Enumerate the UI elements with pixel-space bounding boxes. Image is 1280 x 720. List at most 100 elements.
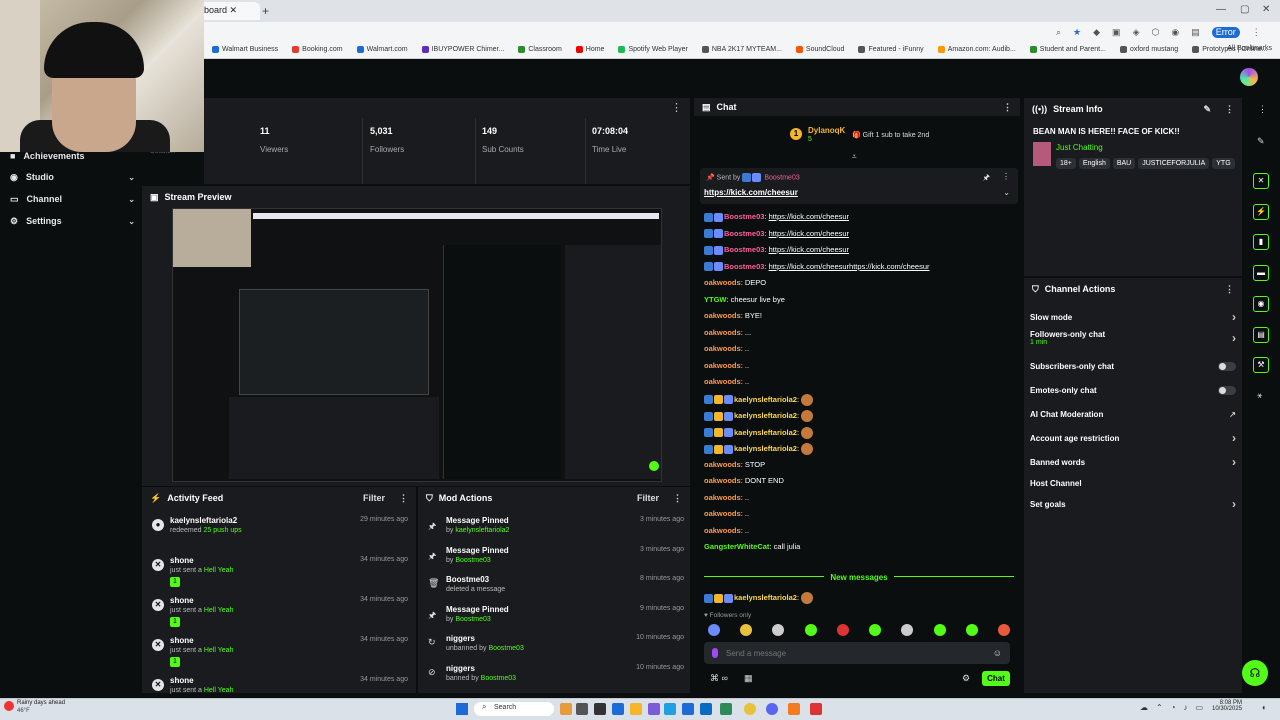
bookmark-item[interactable]: SoundCloud xyxy=(795,46,844,53)
wifi-icon[interactable]: ◔ xyxy=(1171,703,1176,712)
filter-button[interactable]: Filter xyxy=(637,493,659,503)
notification-icon[interactable]: ◐ xyxy=(1262,703,1267,712)
bookmark-item[interactable]: IBUYPOWER Chimer... xyxy=(421,46,504,53)
more-icon[interactable]: ⋮ xyxy=(1002,172,1010,181)
bookmark-star-icon[interactable]: ★ xyxy=(1073,27,1081,38)
rail-button[interactable]: ⚒ xyxy=(1253,357,1269,373)
sidebar-item-studio[interactable]: ◉ Studio ⌄ xyxy=(10,168,135,186)
emote-icon[interactable] xyxy=(772,624,785,636)
emote-icon[interactable] xyxy=(740,624,753,636)
chat-message[interactable]: oakwoods: DONT END xyxy=(704,476,784,485)
chat-link[interactable]: https://kick.com/cheesurhttps://kick.com… xyxy=(769,262,930,271)
bookmark-item[interactable]: Walmart.com xyxy=(356,46,408,53)
chat-username[interactable]: oakwoods xyxy=(704,460,741,469)
moderator-name[interactable]: Boostme03 xyxy=(488,645,523,652)
clock[interactable]: 8:08 PM 10/30/2025 xyxy=(1212,700,1242,712)
chat-send-button[interactable]: Chat xyxy=(982,671,1010,686)
chat-username[interactable]: kaelynsleftariola2 xyxy=(734,411,797,420)
pin-icon[interactable]: 🖈 xyxy=(983,172,990,186)
taskbar-app-icon[interactable] xyxy=(630,703,642,715)
share-icon[interactable]: ⚹ xyxy=(1257,390,1262,401)
list-item[interactable]: 🖈 Message Pinned by Boostme03 9 minutes ago xyxy=(426,605,684,633)
list-item[interactable]: ↻ niggers unbanned by Boostme03 10 minutes … xyxy=(426,634,684,662)
emote-icon[interactable] xyxy=(965,624,978,636)
bookmark-item[interactable]: Featured - iFunny xyxy=(858,46,924,53)
chat-username[interactable]: Boostme03 xyxy=(724,212,764,221)
channel-action-ai-chat-moderation[interactable]: AI Chat Moderation ↗ xyxy=(1030,407,1236,421)
extension-icon[interactable]: ◆ xyxy=(1093,27,1100,38)
chat-message[interactable]: oakwoods: STOP xyxy=(704,460,765,469)
gift-prompt[interactable]: 🎁 Gift 1 sub to take 2nd xyxy=(852,131,929,139)
new-tab-icon[interactable]: + xyxy=(262,4,269,18)
emote-icon[interactable] xyxy=(901,624,914,636)
chat-message[interactable]: kaelynsleftariola2: xyxy=(704,426,814,439)
bookmark-item[interactable]: Walmart Business xyxy=(212,46,278,53)
list-item[interactable]: 🖈 Message Pinned by Boostme03 3 minutes ago xyxy=(426,546,684,574)
channel-action-banned-words[interactable]: Banned words › xyxy=(1030,455,1236,469)
rail-button[interactable]: ◉ xyxy=(1253,296,1269,312)
minimize-icon[interactable]: — xyxy=(1216,4,1226,15)
extension-icon[interactable]: ◉ xyxy=(1171,27,1179,38)
chat-username[interactable]: Boostme03 xyxy=(724,262,764,271)
bookmark-item[interactable]: Student and Parent... xyxy=(1029,46,1106,53)
moderator-name[interactable]: Boostme03 xyxy=(455,557,490,564)
taskbar-app-icon[interactable] xyxy=(744,703,756,715)
extension-icon[interactable]: ◈ xyxy=(1133,27,1140,38)
taskbar-app-icon[interactable] xyxy=(560,703,572,715)
chevron-down-icon[interactable]: ⩡ xyxy=(852,152,857,162)
taskbar-app-icon[interactable] xyxy=(682,703,694,715)
taskbar-app-icon[interactable] xyxy=(720,703,732,715)
chat-username[interactable]: oakwoods xyxy=(704,361,741,370)
list-item[interactable]: 🖈 Message Pinned by kaelynsleftariola2 3 mi… xyxy=(426,516,684,544)
extension-icon[interactable]: ⬡ xyxy=(1151,27,1159,38)
bookmark-item[interactable]: oxford mustang xyxy=(1119,46,1178,53)
emote-icon[interactable] xyxy=(997,624,1010,636)
channel-action-slow-mode[interactable]: Slow mode › xyxy=(1030,310,1236,324)
taskbar-app-icon[interactable] xyxy=(700,703,712,715)
chat-username[interactable]: oakwoods xyxy=(704,509,741,518)
sidebar-item-channel[interactable]: ▭ Channel ⌄ xyxy=(10,190,135,208)
windows-start-icon[interactable] xyxy=(456,703,468,715)
chat-username[interactable]: YTGW xyxy=(704,295,727,304)
chat-link[interactable]: https://kick.com/cheesur xyxy=(769,245,849,254)
weather-text[interactable]: Rainy days ahead xyxy=(17,700,65,706)
pinned-user[interactable]: Boostme03 xyxy=(764,174,799,181)
chat-message[interactable]: oakwoods: DEPO xyxy=(704,278,766,287)
chevron-up-icon[interactable]: ⌃ xyxy=(1156,703,1163,712)
bookmark-item[interactable]: NBA 2K17 MYTEAM... xyxy=(701,46,782,53)
rail-button[interactable]: ▮ xyxy=(1253,234,1269,250)
chat-username[interactable]: oakwoods xyxy=(704,344,741,353)
taskbar-app-icon[interactable] xyxy=(788,703,800,715)
chat-username[interactable]: GangsterWhiteCat xyxy=(704,542,769,551)
tag[interactable]: 18+ xyxy=(1056,158,1076,169)
chat-message[interactable]: kaelynsleftariola2: xyxy=(704,393,814,406)
browser-tab[interactable]: board ✕ xyxy=(200,2,260,20)
moderator-name[interactable]: Boostme03 xyxy=(455,616,490,623)
bookmark-item[interactable]: Classroom xyxy=(518,46,562,53)
channel-action-set-goals[interactable]: Set goals › xyxy=(1030,497,1236,511)
moderator-name[interactable]: kaelynsleftariola2 xyxy=(455,527,509,534)
tag[interactable]: JUSTICEFORJULIA xyxy=(1138,158,1210,169)
chat-username[interactable]: oakwoods xyxy=(704,278,741,287)
chat-username[interactable]: oakwoods xyxy=(704,311,741,320)
gear-icon[interactable]: ⚙ xyxy=(962,673,970,684)
chat-username[interactable]: Boostme03 xyxy=(724,245,764,254)
pinned-link[interactable]: https://kick.com/cheesur xyxy=(704,188,798,197)
list-item[interactable]: ✕ shone just sent a Hell Yeah 34 minutes ag… xyxy=(150,556,408,596)
channel-action-emotes-only-chat[interactable]: Emotes-only chat xyxy=(1030,383,1236,397)
extension-icon[interactable]: ▤ xyxy=(1191,27,1200,38)
more-icon[interactable]: ⋮ xyxy=(1225,284,1234,295)
bookmark-item[interactable]: Booking.com xyxy=(292,46,343,53)
more-icon[interactable]: ⋮ xyxy=(1003,102,1012,113)
menu-icon[interactable]: ⋮ xyxy=(1252,27,1261,38)
new-messages-divider[interactable]: New messages xyxy=(704,573,1014,586)
chat-message[interactable]: Boostme03: https://kick.com/cheesur xyxy=(704,245,849,255)
chat-username[interactable]: kaelynsleftariola2 xyxy=(734,593,797,602)
emote-icon[interactable] xyxy=(708,624,720,636)
more-icon[interactable]: ⋮ xyxy=(671,101,682,114)
more-icon[interactable]: ⋮ xyxy=(399,493,408,504)
edit-icon[interactable]: ✎ xyxy=(1257,136,1265,147)
chat-message[interactable]: kaelynsleftariola2: xyxy=(704,410,814,422)
channel-action-followers-only-chat[interactable]: Followers-only chat 1 min › xyxy=(1030,330,1236,346)
rail-button[interactable]: ⚡ xyxy=(1253,204,1269,220)
